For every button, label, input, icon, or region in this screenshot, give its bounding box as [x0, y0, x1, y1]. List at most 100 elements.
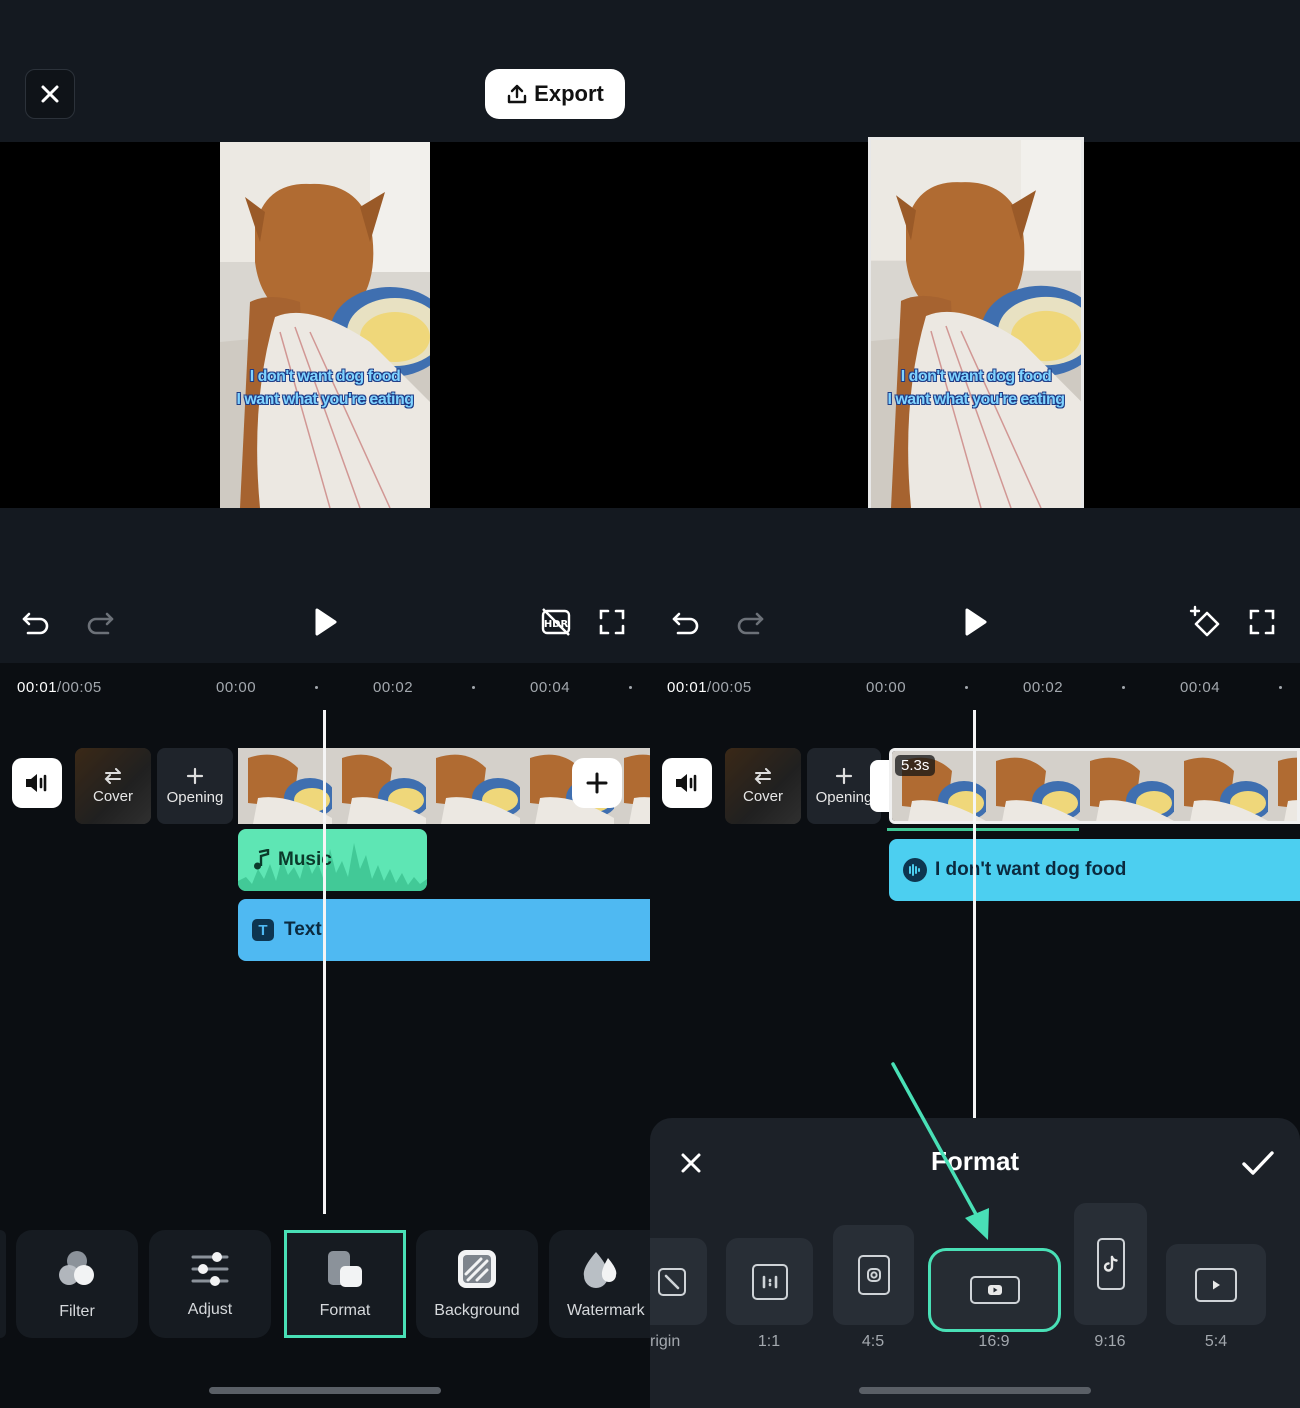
time-readout-right: 00:01/00:05	[667, 679, 752, 696]
video-preview-left: I don't want dog food I want what you're…	[0, 142, 650, 508]
export-button[interactable]: Export	[485, 69, 625, 119]
origin-icon	[657, 1267, 686, 1296]
tick-label: 00:04	[530, 679, 571, 696]
tick-dot	[315, 686, 318, 689]
tool-label: Filter	[59, 1303, 95, 1320]
tool-adjust-button[interactable]: Adjust	[149, 1230, 271, 1338]
mute-clip-audio-button-right[interactable]	[662, 758, 712, 808]
speaker-icon	[26, 774, 47, 792]
format-icon	[328, 1251, 362, 1287]
subtitle-track[interactable]: I don't want dog food	[889, 839, 1300, 901]
clip-thumbnail	[1174, 751, 1268, 821]
redo-button-right[interactable]	[732, 604, 768, 640]
control-bar-background	[0, 508, 1300, 663]
plus-icon	[586, 772, 608, 794]
undo-icon	[672, 612, 699, 635]
tick-label: 00:02	[1023, 679, 1064, 696]
tick-dot	[472, 686, 475, 689]
clip-thumbnail	[986, 751, 1080, 821]
keyframe-button[interactable]	[1186, 603, 1224, 641]
plus-icon	[835, 767, 853, 784]
tick-label: 00:04	[1180, 679, 1221, 696]
ratio-option-1-1[interactable]	[726, 1238, 813, 1325]
filter-icon	[59, 1251, 94, 1285]
text-track-label: Text	[284, 919, 322, 940]
tool-background-button[interactable]: Background	[416, 1230, 538, 1338]
tool-filter-button[interactable]: Filter	[16, 1230, 138, 1338]
toolbar-item-partial	[0, 1230, 6, 1338]
youtube-icon	[969, 1276, 1020, 1304]
video-frame[interactable]: I don't want dog food I want what you're…	[220, 142, 430, 508]
caption-line-2: I want what you're eating	[887, 391, 1065, 408]
caption-line-1: I don't want dog food	[900, 368, 1052, 385]
opening-label: Opening	[166, 788, 224, 806]
fullscreen-icon	[1249, 609, 1275, 635]
fullscreen-button[interactable]	[594, 604, 630, 640]
text-track[interactable]: T Text	[238, 899, 650, 961]
video-clip-strip-selected[interactable]	[889, 748, 1300, 824]
play-icon	[315, 608, 337, 636]
subtitle-track-label: I don't want dog food	[935, 859, 1127, 880]
ratio-option-9-16[interactable]	[1074, 1203, 1147, 1325]
opening-button[interactable]: Opening	[157, 748, 233, 824]
keyframe-add-icon	[1189, 605, 1220, 637]
ratio-label-5-4: 5:4	[1204, 1333, 1228, 1350]
fullscreen-icon	[599, 609, 625, 635]
home-indicator-right	[859, 1387, 1091, 1394]
audio-level-line	[887, 828, 1079, 831]
format-confirm-button[interactable]	[1240, 1146, 1276, 1180]
dog-video-image	[871, 140, 1081, 508]
cover-button[interactable]: Cover	[75, 748, 151, 824]
ratio-option-16-9[interactable]	[928, 1248, 1061, 1332]
square-ratio-icon	[751, 1263, 788, 1300]
close-button[interactable]	[25, 69, 75, 119]
tool-watermark-button[interactable]: Watermark	[549, 1230, 650, 1338]
top-bar: Export	[0, 0, 1300, 142]
ratio-option-5-4[interactable]	[1166, 1244, 1266, 1325]
add-clip-button[interactable]	[572, 758, 622, 808]
hdr-toggle-button[interactable]: HDR	[537, 603, 575, 641]
cover-label: Cover	[742, 787, 783, 805]
hdr-off-icon: HDR	[541, 608, 571, 636]
clip-duration-badge: 5.3s	[895, 755, 936, 776]
tick-label: 00:02	[373, 679, 414, 696]
playhead-right[interactable]	[973, 710, 976, 1118]
close-icon	[41, 85, 59, 103]
ratio-label-9-16: 9:16	[1094, 1333, 1126, 1350]
undo-button[interactable]	[18, 604, 54, 640]
undo-button-right[interactable]	[668, 604, 704, 640]
cover-button-right[interactable]: Cover	[725, 748, 801, 824]
play-button-right[interactable]	[957, 604, 993, 640]
ratio-option-4-5[interactable]	[833, 1225, 914, 1325]
text-icon: T	[252, 919, 274, 941]
music-track[interactable]: Music	[238, 829, 427, 891]
mute-clip-audio-button[interactable]	[12, 758, 62, 808]
tool-label: Adjust	[187, 1301, 233, 1318]
tick-dot	[1122, 686, 1125, 689]
home-indicator	[209, 1387, 441, 1394]
opening-label: Opening	[815, 788, 873, 806]
tool-label: Format	[319, 1302, 371, 1319]
play-button[interactable]	[307, 604, 343, 640]
music-note-icon	[254, 849, 270, 870]
tick-dot	[965, 686, 968, 689]
ratio-label-origin: rigin	[650, 1333, 681, 1350]
fullscreen-button-right[interactable]	[1244, 604, 1280, 640]
video-frame-selected[interactable]: I don't want dog food I want what you're…	[868, 137, 1084, 511]
redo-button[interactable]	[82, 604, 118, 640]
format-panel-title: Format	[930, 1146, 1020, 1176]
background-icon	[458, 1250, 496, 1288]
cover-label: Cover	[92, 787, 133, 805]
checkmark-icon	[1242, 1151, 1274, 1175]
swap-icon	[104, 767, 121, 784]
instagram-icon	[857, 1255, 890, 1295]
caption-line-2: I want what you're eating	[236, 391, 414, 408]
ratio-option-origin[interactable]	[650, 1238, 707, 1325]
ratio-label-4-5: 4:5	[861, 1333, 885, 1350]
ratio-label-1-1: 1:1	[757, 1333, 781, 1350]
tool-label: Background	[434, 1302, 520, 1319]
ratio-label-16-9: 16:9	[978, 1333, 1010, 1350]
tool-format-button[interactable]: Format	[284, 1230, 406, 1338]
playhead[interactable]	[323, 710, 326, 1214]
clip-trim-handle-left[interactable]	[870, 760, 890, 812]
